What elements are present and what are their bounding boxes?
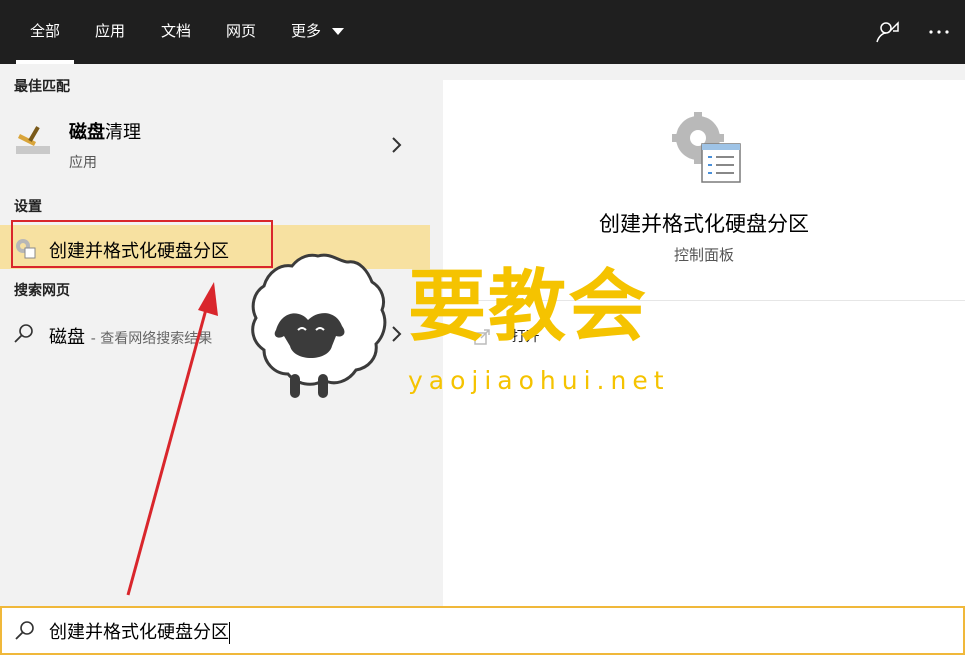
tab-more-label: 更多 [291,22,322,40]
section-best-match: 最佳匹配 [14,79,70,95]
watermark-title: 要教会 [408,261,649,352]
search-icon [14,324,33,343]
search-input[interactable]: 创建并格式化硬盘分区 [49,618,230,644]
more-options-icon[interactable] [926,18,954,46]
result-title-rest: 清理 [105,122,141,143]
control-panel-icon [672,112,741,183]
web-query: 磁盘 [49,327,85,348]
tab-apps[interactable]: 应用 [95,0,125,64]
chevron-right-icon[interactable] [391,326,403,342]
chevron-right-icon[interactable] [391,137,403,153]
result-title: 磁盘清理 [69,118,141,144]
result-subtitle: 应用 [69,155,97,171]
result-disk-cleanup[interactable]: 磁盘清理 应用 [0,104,430,179]
tab-documents[interactable]: 文档 [161,0,191,64]
search-bar[interactable]: 创建并格式化硬盘分区 [0,606,965,655]
feedback-icon[interactable] [874,18,902,46]
section-web-search: 搜索网页 [14,283,70,299]
text-cursor [229,622,230,644]
detail-title: 创建并格式化硬盘分区 [599,212,809,236]
tab-web[interactable]: 网页 [226,0,256,64]
search-icon [15,621,34,640]
search-input-value: 创建并格式化硬盘分区 [49,622,229,643]
search-filter-bar: 全部 应用 文档 网页 更多 [0,0,965,64]
sheep-logo [251,253,387,398]
annotation-arrow [126,282,218,596]
watermark-url: yaojiaohui.net [408,366,670,395]
annotation-highlight-box [11,220,273,268]
section-settings: 设置 [14,199,42,215]
tab-all[interactable]: 全部 [15,0,75,64]
result-title-match: 磁盘 [69,122,105,143]
disk-cleanup-icon [16,126,50,154]
chevron-down-icon [331,27,344,35]
tab-more[interactable]: 更多 [291,0,344,64]
